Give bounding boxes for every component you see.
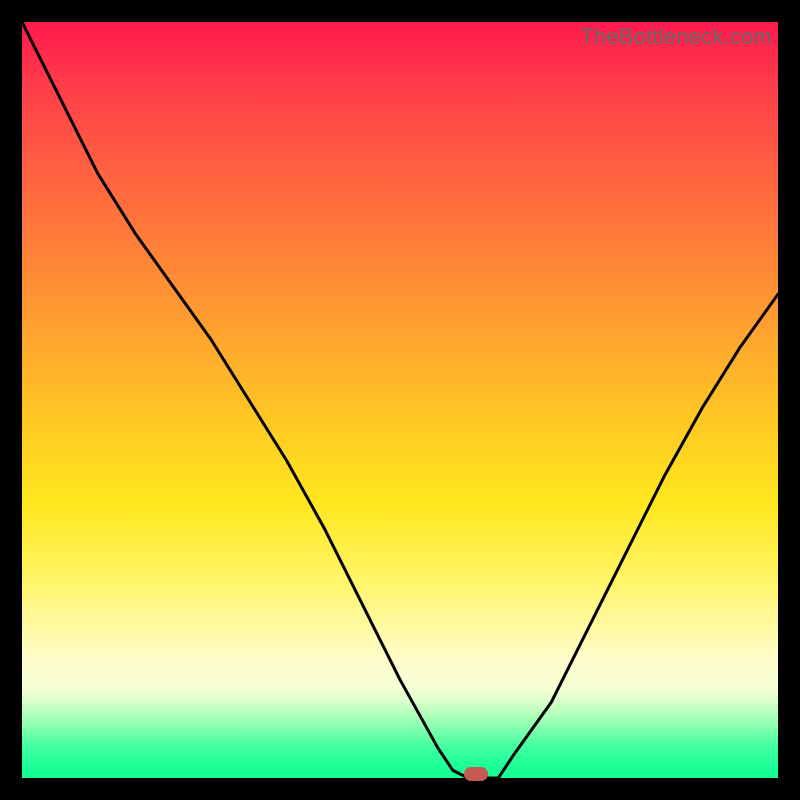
curve-path <box>22 22 778 778</box>
optimal-point-marker <box>464 767 488 781</box>
bottleneck-curve <box>22 22 778 778</box>
chart-frame: TheBottleneck.com <box>0 0 800 800</box>
plot-area: TheBottleneck.com <box>22 22 778 778</box>
